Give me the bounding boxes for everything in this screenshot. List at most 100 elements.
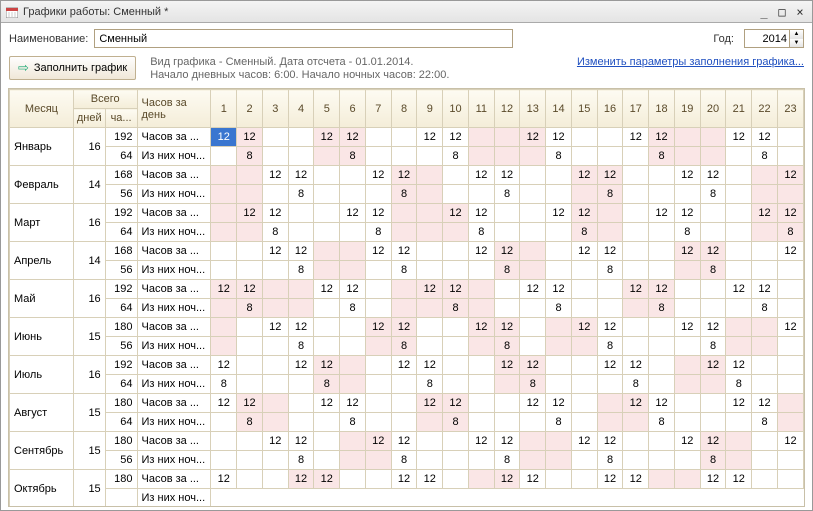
night-cell[interactable] [597,413,623,432]
night-total-cell[interactable]: 56 [105,337,137,356]
hpd-cell[interactable]: Часов за ... [137,318,211,337]
night-cell[interactable] [494,147,520,166]
month-cell[interactable]: Апрель [10,242,74,280]
days-cell[interactable]: 16 [73,280,105,318]
night-cell[interactable] [777,451,803,470]
col-total[interactable]: Всего [73,90,137,109]
night-cell[interactable] [391,299,417,318]
hour-cell[interactable]: 12 [546,394,572,413]
days-cell[interactable]: 16 [73,204,105,242]
night-cell[interactable]: 8 [752,413,778,432]
fill-schedule-button[interactable]: ⇨ Заполнить график [9,56,136,80]
night-cell[interactable] [340,337,366,356]
night-cell[interactable]: 8 [391,261,417,280]
night-cell[interactable] [288,413,314,432]
night-cell[interactable]: 8 [288,451,314,470]
night-total-cell[interactable]: 64 [105,299,137,318]
hour-cell[interactable]: 12 [674,204,700,223]
night-cell[interactable]: 8 [288,261,314,280]
night-cell[interactable] [494,413,520,432]
hour-cell[interactable]: 12 [494,166,520,185]
hour-cell[interactable] [237,356,263,375]
hour-cell[interactable] [752,242,778,261]
hour-cell[interactable]: 12 [417,356,443,375]
hour-cell[interactable] [623,166,649,185]
hour-cell[interactable] [571,394,597,413]
night-label-cell[interactable]: Из них ноч... [137,375,211,394]
hour-cell[interactable]: 12 [571,242,597,261]
hour-cell[interactable] [365,356,391,375]
hour-cell[interactable] [546,318,572,337]
hour-cell[interactable]: 12 [674,432,700,451]
night-total-cell[interactable]: 64 [105,147,137,166]
hour-cell[interactable] [700,128,726,147]
night-cell[interactable] [649,185,675,204]
night-cell[interactable] [340,261,366,280]
hour-cell[interactable]: 12 [752,128,778,147]
month-cell[interactable]: Май [10,280,74,318]
hour-cell[interactable]: 12 [340,280,366,299]
hour-cell[interactable]: 12 [443,204,469,223]
hour-cell[interactable] [520,432,546,451]
night-cell[interactable] [777,147,803,166]
night-cell[interactable]: 8 [340,413,366,432]
night-cell[interactable]: 8 [494,337,520,356]
hour-cell[interactable] [674,128,700,147]
hours-cell[interactable]: 192 [105,128,137,147]
hours-cell[interactable]: 180 [105,394,137,413]
hour-cell[interactable] [649,356,675,375]
hour-cell[interactable] [494,128,520,147]
night-cell[interactable] [365,413,391,432]
hour-cell[interactable]: 12 [777,166,803,185]
hour-cell[interactable] [262,280,288,299]
night-cell[interactable]: 8 [391,337,417,356]
night-cell[interactable] [623,337,649,356]
hour-cell[interactable] [391,280,417,299]
night-cell[interactable] [262,261,288,280]
night-cell[interactable]: 8 [340,147,366,166]
night-label-cell[interactable]: Из них ноч... [137,413,211,432]
night-label-cell[interactable]: Из них ноч... [137,451,211,470]
night-cell[interactable] [391,223,417,242]
night-cell[interactable] [726,451,752,470]
night-cell[interactable] [674,337,700,356]
night-cell[interactable]: 8 [237,413,263,432]
night-cell[interactable] [443,451,469,470]
days-cell[interactable]: 15 [73,470,105,507]
night-cell[interactable] [468,413,494,432]
night-cell[interactable] [262,299,288,318]
hour-cell[interactable]: 12 [520,128,546,147]
night-cell[interactable] [752,185,778,204]
night-cell[interactable]: 8 [494,451,520,470]
night-cell[interactable] [520,147,546,166]
hour-cell[interactable]: 12 [571,166,597,185]
hour-cell[interactable] [391,128,417,147]
hour-cell[interactable] [443,242,469,261]
col-days[interactable]: дней [73,109,105,128]
grid-scroll[interactable]: МесяцВсегоЧасов за день12345678910111213… [9,89,804,506]
hour-cell[interactable] [262,470,288,489]
night-cell[interactable] [494,223,520,242]
night-cell[interactable] [391,147,417,166]
night-cell[interactable] [417,451,443,470]
night-cell[interactable] [340,223,366,242]
hour-cell[interactable]: 12 [314,394,340,413]
hour-cell[interactable] [546,166,572,185]
hour-cell[interactable]: 12 [391,470,417,489]
hour-cell[interactable] [623,432,649,451]
night-cell[interactable] [211,223,237,242]
hours-cell[interactable]: 192 [105,356,137,375]
night-cell[interactable] [417,413,443,432]
hour-cell[interactable]: 12 [365,318,391,337]
night-cell[interactable] [340,185,366,204]
night-cell[interactable]: 8 [546,299,572,318]
hour-cell[interactable]: 12 [520,470,546,489]
month-cell[interactable]: Январь [10,128,74,166]
hour-cell[interactable]: 12 [649,280,675,299]
night-cell[interactable] [777,299,803,318]
col-day-22[interactable]: 22 [752,90,778,128]
hour-cell[interactable]: 12 [623,128,649,147]
hour-cell[interactable] [340,242,366,261]
col-day-20[interactable]: 20 [700,90,726,128]
night-cell[interactable] [237,451,263,470]
